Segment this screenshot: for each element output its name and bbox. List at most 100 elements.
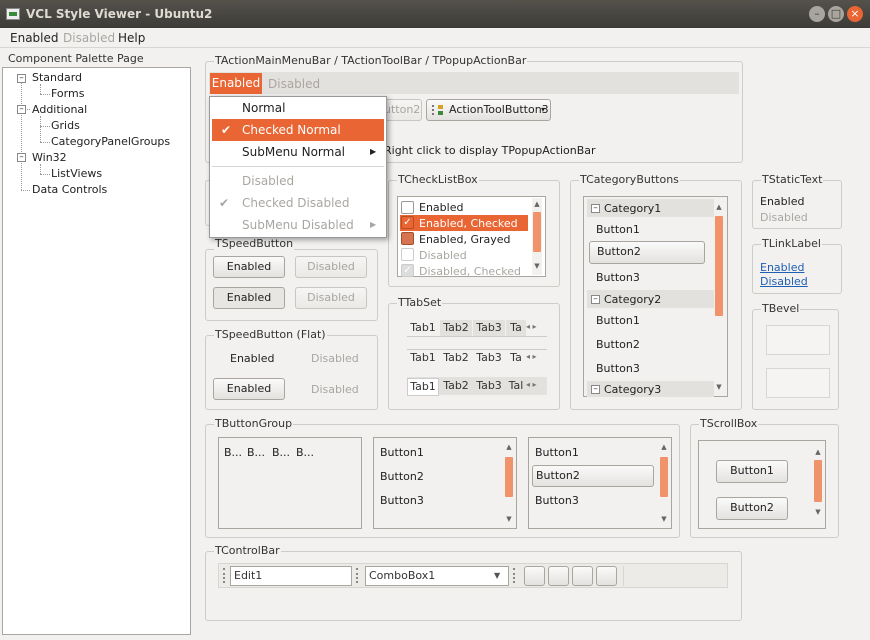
grip-icon[interactable] [223,568,226,583]
small-button[interactable]: B... [224,446,242,459]
maximize-button[interactable]: □ [828,6,844,22]
button-group-list[interactable]: Button1 Button2 Button3 ▲ ▼ [373,437,517,529]
button-group-scrollbar[interactable]: ▲ ▼ [659,439,669,527]
tree-item-category-panel-groups[interactable]: CategoryPanelGroups [51,135,170,148]
group-button[interactable]: Button2 [380,470,424,483]
toolbar-button[interactable] [572,566,593,586]
collapse-icon[interactable]: – [17,105,26,114]
category-scrollbar[interactable]: ▲ ▼ [714,198,724,395]
tree-item-additional[interactable]: Additional [32,103,87,116]
scroll-box-button1[interactable]: Button1 [716,460,788,483]
link-enabled[interactable]: Enabled [760,261,804,274]
small-button[interactable]: B... [247,446,265,459]
tree-item-forms[interactable]: Forms [51,87,84,100]
category-header[interactable]: – Category1 [587,199,714,217]
tabset-1[interactable]: Tab1 Tab2 Tab3 Ta ◂ ▸ [407,320,547,337]
tab-scroll-icon[interactable]: ◂ ▸ [526,352,537,361]
category-header[interactable]: – Category2 [587,290,714,308]
tabset-3[interactable]: Tab1 Tab2 Tab3 Tal ◂ ▸ [407,377,547,396]
category-button[interactable]: Button3 [596,271,640,284]
close-button[interactable]: × [847,6,863,22]
category-buttons-box[interactable]: – Category1 Button1 Button2 Button3 – Ca… [583,196,728,397]
combo-box[interactable]: ComboBox1 ▼ [365,566,509,586]
checklist-item[interactable]: Enabled [400,199,530,215]
category-button[interactable]: Button1 [596,223,640,236]
tab[interactable]: Tab2 [440,320,472,336]
chevron-down-icon[interactable]: ▼ [494,567,500,585]
scroll-down-icon[interactable]: ▼ [532,262,542,270]
toolbar-button[interactable] [548,566,569,586]
edit-field[interactable]: Edit1 [230,566,352,586]
checklist-box[interactable]: Enabled ✓ Enabled, Checked Enabled, Gray… [397,196,546,277]
scroll-box[interactable]: Button1 Button2 ▲ ▼ [698,440,826,529]
checkbox[interactable] [401,232,414,245]
tree-item-grids[interactable]: Grids [51,119,80,132]
minimize-button[interactable]: – [809,6,825,22]
category-header[interactable]: – Category3 [587,381,714,397]
scroll-thumb[interactable] [660,457,668,497]
scroll-up-icon[interactable]: ▲ [813,448,823,456]
checklist-item-selected[interactable]: ✓ Enabled, Checked [400,215,528,231]
group-button[interactable]: Button3 [535,494,579,507]
menu-enabled[interactable]: Enabled [10,31,59,45]
scroll-box-scrollbar[interactable]: ▲ ▼ [813,442,823,527]
grip-icon[interactable] [356,568,359,583]
tab-scroll-icon[interactable]: ◂ ▸ [526,322,537,331]
tab[interactable]: Tab3 [473,350,505,366]
action-tool-button3[interactable]: ActionToolButton3 ▾ [426,99,551,121]
scroll-thumb[interactable] [533,212,541,252]
scroll-box-button2[interactable]: Button2 [716,497,788,520]
toolbar-button[interactable] [596,566,617,586]
tree-item-standard[interactable]: Standard [32,71,82,84]
palette-tree[interactable]: – Standard Forms – Additional Grids Cate… [2,67,191,635]
scroll-down-icon[interactable]: ▼ [504,515,514,523]
tab[interactable]: Ta [506,350,526,366]
category-button-selected[interactable]: Button2 [589,241,705,264]
tab[interactable]: Ta [506,320,526,336]
tab[interactable]: Tab3 [473,320,505,336]
small-button[interactable]: B... [296,446,314,459]
scroll-up-icon[interactable]: ▲ [504,443,514,451]
tabset-2[interactable]: Tab1 Tab2 Tab3 Ta ◂ ▸ [407,349,547,366]
group-button[interactable]: Button1 [380,446,424,459]
scroll-up-icon[interactable]: ▲ [532,200,542,208]
button-group-list-selected[interactable]: Button1 Button2 Button3 ▲ ▼ [528,437,672,529]
speed-button-enabled[interactable]: Enabled [213,256,285,278]
small-button[interactable]: B... [272,446,290,459]
collapse-icon[interactable]: – [17,153,26,162]
tab[interactable]: Tab1 [407,378,439,396]
group-button[interactable]: Button1 [535,446,579,459]
tab[interactable]: Tab2 [440,378,472,394]
button-group-scrollbar[interactable]: ▲ ▼ [504,439,514,527]
scroll-thumb[interactable] [505,457,513,497]
menu-item-normal[interactable]: Normal [210,97,386,119]
menu-help[interactable]: Help [118,31,145,45]
menu-item-submenu-normal[interactable]: SubMenu Normal ▶ [210,141,386,163]
flat-button-enabled[interactable]: Enabled [230,352,274,365]
category-button[interactable]: Button3 [596,362,640,375]
checklist-scrollbar[interactable]: ▲ ▼ [532,198,542,275]
checklist-item[interactable]: Enabled, Grayed [400,231,530,247]
scroll-up-icon[interactable]: ▲ [659,443,669,451]
menu-item-checked-normal[interactable]: ✔ Checked Normal [212,119,384,141]
tree-item-win32[interactable]: Win32 [32,151,67,164]
collapse-icon[interactable]: – [591,385,600,394]
tab[interactable]: Tab1 [407,320,439,336]
button-group-small[interactable]: B... B... B... B... [218,437,362,529]
speed-button-enabled-down[interactable]: Enabled [213,287,285,309]
toolbar-button[interactable] [524,566,545,586]
group-button[interactable]: Button3 [380,494,424,507]
tab[interactable]: Tab3 [473,378,505,394]
scroll-up-icon[interactable]: ▲ [714,203,724,211]
checkbox[interactable] [401,201,414,214]
group-button-selected[interactable]: Button2 [532,465,654,487]
tab[interactable]: Tal [506,378,526,394]
tab[interactable]: Tab2 [440,350,472,366]
tab-scroll-icon[interactable]: ◂ ▸ [526,380,537,389]
scroll-down-icon[interactable]: ▼ [714,383,724,391]
tree-item-listviews[interactable]: ListViews [51,167,102,180]
collapse-icon[interactable]: – [17,74,26,83]
category-button[interactable]: Button1 [596,314,640,327]
collapse-icon[interactable]: – [591,204,600,213]
flat-button-enabled-down[interactable]: Enabled [213,378,285,400]
